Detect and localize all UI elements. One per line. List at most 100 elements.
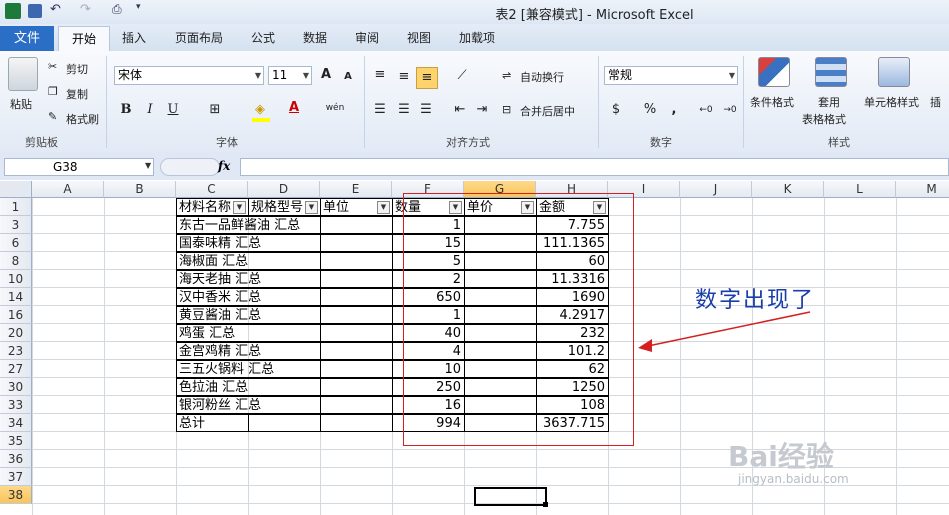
title-bar: ↶ ↷ ⎙ ▾ 表2 [兼容模式] - Microsoft Excel [0, 0, 949, 24]
filter-dropdown-icon[interactable]: ▼ [233, 201, 246, 214]
row-header[interactable]: 16 [0, 306, 32, 324]
row-header[interactable]: 30 [0, 378, 32, 396]
clipboard-group-label: 剪贴板 [25, 136, 58, 149]
align-top-icon[interactable]: ≡ [370, 65, 390, 85]
column-header[interactable]: B [104, 181, 176, 198]
format-painter-button[interactable]: 格式刷 [66, 111, 99, 127]
fill-color-swatch [252, 118, 270, 122]
row-header[interactable]: 33 [0, 396, 32, 414]
row-header[interactable]: 8 [0, 252, 32, 270]
increase-indent-icon[interactable]: ⇥ [472, 100, 492, 120]
font-color-button[interactable]: A [284, 98, 304, 118]
tab-review[interactable]: 审阅 [355, 29, 379, 46]
column-header[interactable]: M [896, 181, 949, 198]
tab-view[interactable]: 视图 [407, 29, 431, 46]
cut-button[interactable]: 剪切 [66, 61, 88, 77]
row-header[interactable]: 23 [0, 342, 32, 360]
chevron-down-icon: ▼ [728, 71, 735, 80]
paste-icon[interactable] [8, 57, 38, 91]
comma-button[interactable]: , [664, 100, 684, 120]
row-header[interactable]: 20 [0, 324, 32, 342]
decrease-decimal-icon[interactable]: →0 [720, 100, 740, 120]
styles-group-label: 样式 [828, 136, 850, 149]
row-header[interactable]: 1 [0, 198, 32, 216]
row-header[interactable]: 6 [0, 234, 32, 252]
bold-button[interactable]: B [116, 100, 136, 120]
row-header[interactable]: 34 [0, 414, 32, 432]
row-header[interactable]: 3 [0, 216, 32, 234]
wrap-text-button[interactable]: 自动换行 [520, 69, 564, 85]
phonetic-button[interactable]: wén [325, 98, 345, 118]
italic-button[interactable]: I [140, 100, 160, 120]
cell-styles-icon[interactable] [878, 57, 910, 87]
increase-decimal-icon[interactable]: ←0 [696, 100, 716, 120]
row-name: 海椒面 汇总 [176, 252, 321, 270]
underline-button[interactable]: U [163, 100, 183, 120]
highlight-box [403, 193, 634, 446]
column-header[interactable]: D [248, 181, 320, 198]
tab-file[interactable]: 文件 [0, 26, 54, 51]
conditional-format-icon[interactable] [758, 57, 790, 87]
column-header[interactable]: E [320, 181, 392, 198]
active-cell[interactable] [474, 487, 547, 506]
tab-formulas[interactable]: 公式 [251, 29, 275, 46]
borders-icon[interactable]: ⊞ [205, 100, 225, 120]
align-middle-icon[interactable]: ≡ [394, 67, 414, 87]
font-size-select[interactable]: 11 ▼ [268, 66, 312, 85]
copy-icon[interactable]: ❐ [48, 85, 58, 98]
select-all-corner[interactable] [0, 181, 32, 198]
formula-bar-toggle[interactable] [160, 158, 220, 176]
align-center-icon[interactable]: ☰ [394, 100, 414, 120]
align-right-icon[interactable]: ☰ [416, 100, 436, 120]
format-painter-icon[interactable]: ✎ [48, 110, 57, 123]
tab-data[interactable]: 数据 [303, 29, 327, 46]
filter-dropdown-icon[interactable]: ▼ [377, 201, 390, 214]
paste-button[interactable]: 粘贴 [10, 96, 32, 112]
percent-button[interactable]: % [640, 100, 660, 120]
align-bottom-icon[interactable]: ≡ [416, 67, 438, 89]
number-format-select[interactable]: 常规 ▼ [604, 66, 738, 85]
conditional-format-button[interactable]: 条件格式 [750, 94, 794, 110]
row-header[interactable]: 27 [0, 360, 32, 378]
decrease-indent-icon[interactable]: ⇤ [450, 100, 470, 120]
column-header[interactable]: J [680, 181, 752, 198]
row-header[interactable]: 36 [0, 450, 32, 468]
font-name-select[interactable]: 宋体 ▼ [114, 66, 264, 85]
group-divider [364, 56, 365, 148]
tab-home[interactable]: 开始 [58, 26, 110, 52]
tab-page-layout[interactable]: 页面布局 [175, 29, 223, 46]
column-header[interactable]: A [32, 181, 104, 198]
tab-addins[interactable]: 加载项 [459, 29, 495, 46]
orientation-icon[interactable]: ⟋ [452, 66, 472, 86]
row-header[interactable]: 35 [0, 432, 32, 450]
row-header[interactable]: 10 [0, 270, 32, 288]
merge-center-button[interactable]: 合并后居中 [520, 103, 575, 119]
tab-insert[interactable]: 插入 [122, 29, 146, 46]
formula-input[interactable] [240, 158, 949, 176]
column-header[interactable]: C [176, 181, 248, 198]
row-header[interactable]: 37 [0, 468, 32, 486]
insert-function-button[interactable]: fx [218, 159, 230, 173]
unit-cell [320, 306, 393, 324]
row-header[interactable]: 38 [0, 486, 32, 504]
align-left-icon[interactable]: ☰ [370, 100, 390, 120]
grow-font-button[interactable]: A [316, 65, 336, 85]
format-as-table-label-b[interactable]: 表格格式 [802, 111, 846, 127]
accounting-format-icon[interactable]: $ [606, 100, 626, 120]
cut-icon[interactable]: ✂ [48, 60, 57, 73]
row-header[interactable]: 14 [0, 288, 32, 306]
format-as-table-label-a[interactable]: 套用 [818, 94, 840, 110]
fill-handle[interactable] [543, 502, 548, 507]
column-header[interactable]: L [824, 181, 896, 198]
fill-color-icon[interactable]: ◈ [250, 100, 270, 120]
format-as-table-icon[interactable] [815, 57, 847, 87]
chevron-down-icon[interactable]: ▼ [145, 161, 151, 170]
insert-cells-button[interactable]: 插 [930, 94, 941, 110]
cell-styles-button[interactable]: 单元格样式 [864, 94, 919, 110]
filter-dropdown-icon[interactable]: ▼ [305, 201, 318, 214]
header-label: 单位 [323, 200, 350, 215]
copy-button[interactable]: 复制 [66, 86, 88, 102]
column-header[interactable]: K [752, 181, 824, 198]
shrink-font-button[interactable]: A [338, 67, 358, 87]
name-box[interactable]: G38 [4, 158, 154, 176]
